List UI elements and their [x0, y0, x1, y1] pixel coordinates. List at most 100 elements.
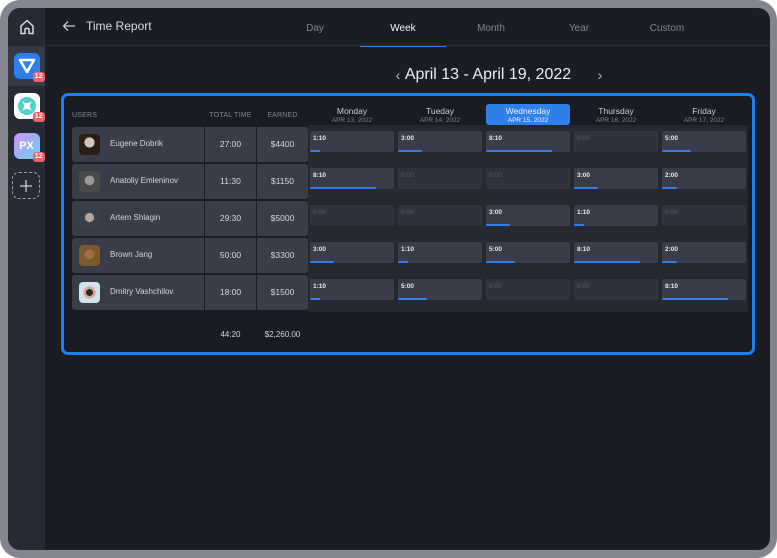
day-time-cell[interactable]: 5:00 [398, 279, 482, 300]
day-time-value: 5:00 [489, 246, 503, 253]
total-time-cell: 50:00 [205, 238, 256, 273]
day-time-value: 3:00 [577, 172, 591, 179]
earned-cell: $3300 [257, 238, 308, 273]
tab-year[interactable]: Year [536, 8, 622, 46]
day-time-cell[interactable]: 8:10 [574, 242, 658, 263]
earned-header: EARNED [267, 112, 298, 119]
user-name: Brown Jang [110, 250, 153, 259]
day-date: APR 14, 2022 [419, 117, 461, 124]
day-time-value: 0:00 [577, 283, 590, 290]
day-time-cell[interactable]: 5:00 [662, 131, 746, 152]
day-time-cell[interactable]: 8:10 [486, 131, 570, 152]
notification-badge: 12 [32, 72, 45, 82]
day-cell-wrap: 8:10 [572, 236, 660, 275]
day-time-value: 5:00 [665, 135, 679, 142]
day-time-cell[interactable]: 0:00 [574, 131, 658, 152]
day-date: APR 17, 2022 [683, 117, 725, 124]
day-time-value: 0:00 [313, 209, 326, 216]
day-cell-wrap: 5:00 [396, 273, 484, 312]
day-time-cell[interactable]: 2:00 [662, 242, 746, 263]
triangle-app-icon: 12 [13, 53, 45, 82]
notification-badge: 12 [32, 112, 45, 122]
day-time-value: 0:00 [489, 283, 502, 290]
day-time-cell[interactable]: 0:00 [398, 205, 482, 226]
time-progress-bar [398, 298, 428, 300]
day-cell-wrap: 0:00 [396, 162, 484, 201]
day-time-cell[interactable]: 1:10 [310, 279, 394, 300]
day-time-cell[interactable]: 0:00 [662, 205, 746, 226]
time-progress-bar [486, 261, 516, 263]
day-time-cell[interactable]: 1:10 [398, 242, 482, 263]
day-cell-wrap: 5:00 [484, 236, 572, 275]
day-time-cell[interactable]: 5:00 [486, 242, 570, 263]
day-time-cell[interactable]: 8:10 [662, 279, 746, 300]
day-time-cell[interactable]: 8:10 [310, 168, 394, 189]
day-cell-wrap: 3:00 [572, 162, 660, 201]
time-progress-bar [574, 187, 598, 189]
day-time-cell[interactable]: 0:00 [310, 205, 394, 226]
tab-month[interactable]: Month [448, 8, 534, 46]
time-progress-bar [310, 187, 376, 189]
earned-sum: $2,260.00 [264, 330, 301, 339]
day-header-tueday[interactable]: Tueday APR 14, 2022 [398, 104, 482, 125]
table-row[interactable]: Dmitry Vashchilov 18:00 $1500 1:10 5:00 0:00 0… [72, 273, 757, 312]
day-time-value: 8:10 [313, 172, 327, 179]
sidebar-app-x[interactable]: 12 [8, 86, 45, 126]
day-time-cell[interactable]: 1:10 [574, 205, 658, 226]
page-title: Time Report [86, 19, 152, 33]
day-time-cell[interactable]: 0:00 [398, 168, 482, 189]
sidebar-app-triangle[interactable]: 12 [8, 46, 45, 86]
day-cell-wrap: 2:00 [660, 236, 748, 275]
table-row[interactable]: Anatoliy Emleninov 11:30 $1150 8:10 0:00 0:00… [72, 162, 757, 201]
home-button[interactable] [8, 8, 45, 46]
day-time-cell[interactable]: 0:00 [574, 279, 658, 300]
day-time-value: 3:00 [489, 209, 503, 216]
day-cell-wrap: 0:00 [484, 273, 572, 312]
home-icon [19, 19, 34, 35]
day-time-value: 0:00 [665, 209, 678, 216]
day-cell-wrap: 0:00 [484, 162, 572, 201]
day-cell-wrap: 5:00 [660, 125, 748, 164]
day-time-value: 2:00 [665, 172, 679, 179]
day-time-value: 1:10 [577, 209, 591, 216]
notification-badge: 12 [32, 152, 45, 162]
tab-week[interactable]: Week [360, 8, 446, 47]
day-header-monday[interactable]: Monday APR 13, 2022 [310, 104, 394, 125]
day-date: APR 13, 2022 [331, 117, 373, 124]
user-name: Dmitry Vashchilov [110, 287, 174, 296]
day-cell-wrap: 0:00 [572, 125, 660, 164]
day-time-cell[interactable]: 3:00 [486, 205, 570, 226]
day-time-value: 8:10 [577, 246, 591, 253]
user-cell: Dmitry Vashchilov [72, 275, 204, 310]
total-time-cell: 18:00 [205, 275, 256, 310]
day-time-cell[interactable]: 3:00 [574, 168, 658, 189]
next-week-button[interactable]: › [594, 68, 606, 82]
tab-custom[interactable]: Custom [624, 8, 710, 46]
tab-day[interactable]: Day [272, 8, 358, 46]
day-cell-wrap: 0:00 [308, 199, 396, 238]
table-row[interactable]: Brown Jang 50:00 $3300 3:00 1:10 5:00 8:10 2:00 [72, 236, 757, 275]
day-time-cell[interactable]: 3:00 [398, 131, 482, 152]
table-row[interactable]: Eugene Dobrik 27:00 $4400 1:10 3:00 8:10 0:00 5… [72, 125, 757, 164]
time-progress-bar [310, 150, 321, 152]
day-time-cell[interactable]: 0:00 [486, 168, 570, 189]
earned-cell: $5000 [257, 201, 308, 236]
day-time-value: 5:00 [401, 283, 415, 290]
chevron-right-icon: › [597, 67, 603, 83]
day-time-cell[interactable]: 0:00 [486, 279, 570, 300]
day-time-value: 8:10 [489, 135, 503, 142]
day-time-cell[interactable]: 2:00 [662, 168, 746, 189]
users-header: USERS [72, 112, 98, 119]
avatar [79, 171, 100, 192]
day-time-value: 1:10 [401, 246, 415, 253]
time-progress-bar [486, 224, 510, 226]
day-time-cell[interactable]: 1:10 [310, 131, 394, 152]
add-app-button[interactable] [12, 172, 40, 199]
day-header-thursday[interactable]: Thursday APR 16, 2022 [574, 104, 658, 125]
day-header-wednesday[interactable]: Wednesday APR 15, 2022 [486, 104, 570, 125]
sidebar-app-px[interactable]: PX 12 [8, 126, 45, 166]
back-arrow-icon[interactable] [62, 19, 76, 33]
day-header-friday[interactable]: Friday APR 17, 2022 [662, 104, 746, 125]
table-row[interactable]: Artem Shlagin 29:30 $5000 0:00 0:00 3:00 1:10 0… [72, 199, 757, 238]
day-time-cell[interactable]: 3:00 [310, 242, 394, 263]
